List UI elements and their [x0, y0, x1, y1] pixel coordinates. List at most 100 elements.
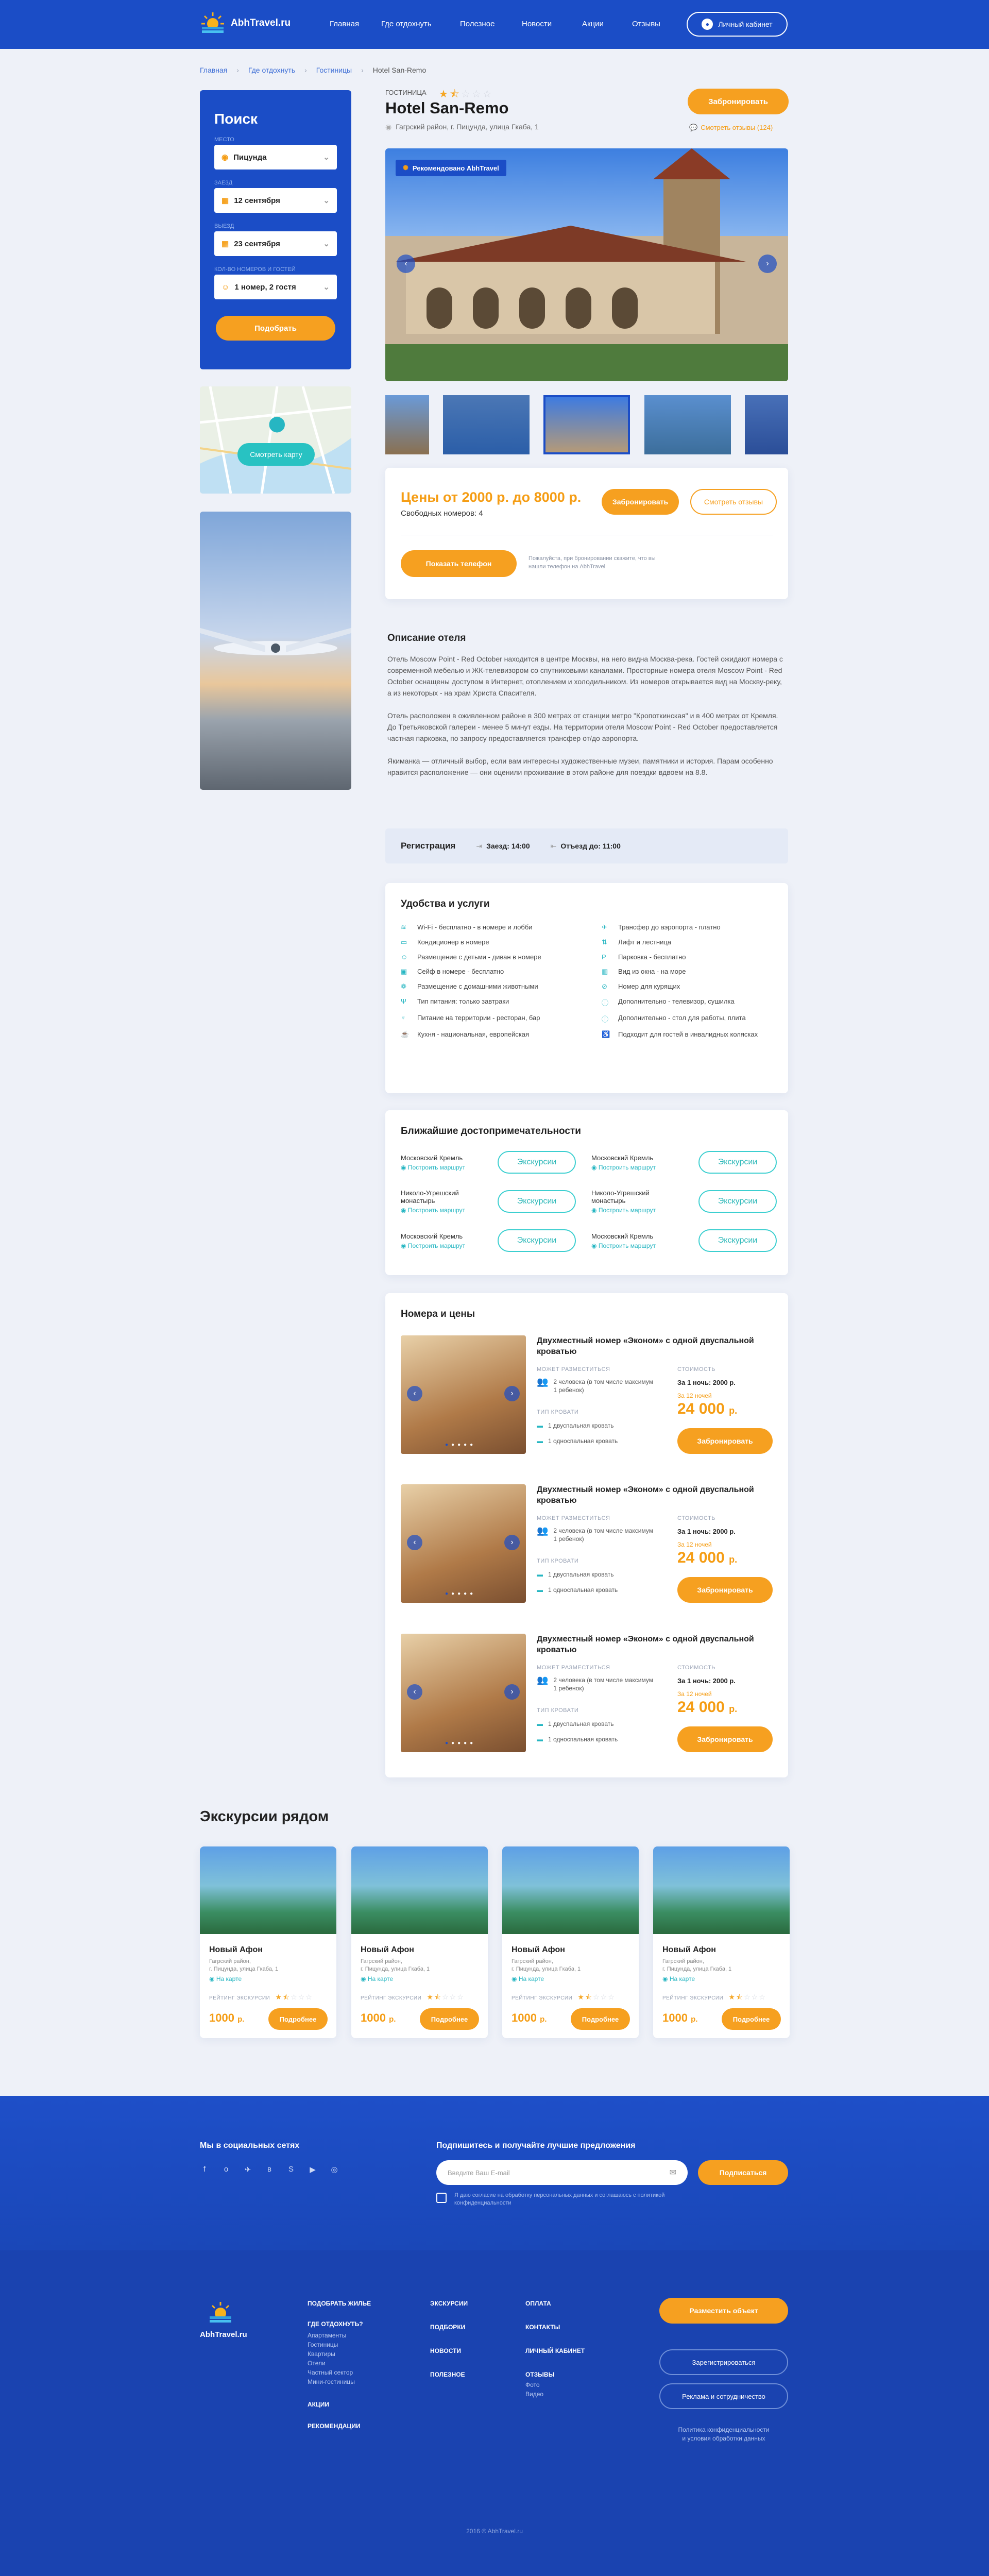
consent-checkbox[interactable] — [436, 2193, 447, 2203]
room-dots[interactable]: ●●●●● — [445, 1591, 476, 1597]
show-phone-button[interactable]: Показать телефон — [401, 550, 517, 577]
room-prev-button[interactable]: ‹ — [407, 1386, 422, 1401]
youtube-icon[interactable]: ▶ — [308, 2165, 317, 2174]
slider-prev-button[interactable]: ‹ — [397, 255, 415, 273]
route-link[interactable]: ◉ Построить маршрут — [591, 1242, 656, 1249]
excursion-more-button[interactable]: Подробнее — [722, 2008, 781, 2030]
search-button[interactable]: Подобрать — [216, 316, 335, 341]
skype-icon[interactable]: S — [286, 2165, 296, 2174]
nav-home[interactable]: Главная — [330, 20, 381, 28]
excursion-button[interactable]: Экскурсии — [498, 1151, 576, 1174]
excursion-map-link[interactable]: ◉ На карте — [662, 1975, 790, 1982]
footer-sublink[interactable]: Мини-гостиницы — [308, 2377, 371, 2386]
nav-promo[interactable]: Акции — [582, 20, 632, 28]
slider-next-button[interactable]: › — [758, 255, 777, 273]
register-button[interactable]: Зарегистрироваться — [659, 2349, 788, 2375]
nav-useful[interactable]: Полезное — [460, 20, 522, 28]
room-dots[interactable]: ●●●●● — [445, 1740, 476, 1746]
excursion-photo[interactable] — [653, 1846, 790, 1934]
nav-news[interactable]: Новости — [522, 20, 582, 28]
route-link[interactable]: ◉ Построить маршрут — [591, 1207, 679, 1214]
room-next-button[interactable]: › — [504, 1386, 520, 1401]
room-book-button[interactable]: Забронировать — [677, 1428, 773, 1454]
room-dots[interactable]: ●●●●● — [445, 1442, 476, 1448]
footer-sublink[interactable]: Видео — [525, 2389, 585, 2399]
route-link[interactable]: ◉ Построить маршрут — [401, 1207, 488, 1214]
nav-where[interactable]: Где отдохнуть — [381, 20, 460, 28]
thumbnail[interactable] — [443, 395, 530, 454]
instagram-icon[interactable]: ◎ — [330, 2165, 339, 2174]
excursion-card[interactable]: Новый Афон Гагрский район, г. Пицунда, ул… — [653, 1846, 790, 2038]
excursion-photo[interactable] — [502, 1846, 639, 1934]
excursion-map-link[interactable]: ◉ На карте — [361, 1975, 488, 1982]
footer-link[interactable]: АКЦИИ — [308, 2400, 371, 2409]
checkout-date[interactable]: ▦ 23 сентября ⌄ — [214, 231, 337, 256]
footer-sublink[interactable]: Фото — [525, 2380, 585, 2389]
excursion-card[interactable]: Новый Афон Гагрский район, г. Пицунда, ул… — [200, 1846, 336, 2038]
policy-link[interactable]: Политика конфиденциальности и условия обр… — [659, 2426, 788, 2443]
price-reviews-button[interactable]: Смотреть отзывы — [690, 489, 777, 515]
room-prev-button[interactable]: ‹ — [407, 1535, 422, 1550]
guests-select[interactable]: ☺ 1 номер, 2 гостя ⌄ — [214, 275, 337, 299]
price-book-button[interactable]: Забронировать — [602, 489, 679, 515]
breadcrumb-home[interactable]: Главная — [200, 66, 227, 74]
excursion-button[interactable]: Экскурсии — [498, 1229, 576, 1252]
excursion-card[interactable]: Новый Афон Гагрский район, г. Пицунда, ул… — [351, 1846, 488, 2038]
room-photo[interactable]: ‹ › ●●●●● — [401, 1484, 526, 1603]
footer-link[interactable]: ЭКСКУРСИИ — [430, 2299, 468, 2308]
footer-link[interactable]: ПОДБОРКИ — [430, 2323, 468, 2332]
route-link[interactable]: ◉ Построить маршрут — [591, 1164, 656, 1171]
excursion-more-button[interactable]: Подробнее — [420, 2008, 479, 2030]
subscribe-button[interactable]: Подписаться — [698, 2160, 788, 2185]
excursion-button[interactable]: Экскурсии — [698, 1229, 777, 1252]
footer-sublink[interactable]: Апартаменты — [308, 2331, 371, 2340]
breadcrumb-hotels[interactable]: Гостиницы — [316, 66, 352, 74]
footer-sublink[interactable]: Отели — [308, 2359, 371, 2368]
ads-button[interactable]: Реклама и сотрудничество — [659, 2383, 788, 2409]
place-object-button[interactable]: Разместить объект — [659, 2298, 788, 2324]
room-next-button[interactable]: › — [504, 1684, 520, 1700]
excursion-more-button[interactable]: Подробнее — [268, 2008, 328, 2030]
footer-logo[interactable]: AbhTravel.ru — [200, 2301, 247, 2339]
footer-link[interactable]: КОНТАКТЫ — [525, 2323, 585, 2332]
reviews-link[interactable]: 💬 Смотреть отзывы (124) — [689, 124, 773, 132]
room-next-button[interactable]: › — [504, 1535, 520, 1550]
room-photo[interactable]: ‹ › ●●●●● — [401, 1634, 526, 1752]
footer-link[interactable]: ГДЕ ОТДОХНУТЬ? — [308, 2319, 371, 2329]
ok-icon[interactable]: о — [221, 2165, 231, 2174]
thumbnail[interactable] — [644, 395, 731, 454]
footer-link[interactable]: ОТЗЫВЫ — [525, 2370, 585, 2379]
room-book-button[interactable]: Забронировать — [677, 1577, 773, 1603]
room-book-button[interactable]: Забронировать — [677, 1726, 773, 1752]
mini-map[interactable]: ⬤ Смотреть карту — [200, 386, 351, 494]
telegram-icon[interactable]: ✈ — [243, 2165, 252, 2174]
hotel-book-button[interactable]: Забронировать — [688, 89, 789, 114]
excursion-photo[interactable] — [351, 1846, 488, 1934]
excursion-button[interactable]: Экскурсии — [698, 1151, 777, 1174]
excursion-photo[interactable] — [200, 1846, 336, 1934]
footer-link[interactable]: РЕКОМЕНДАЦИИ — [308, 2421, 371, 2431]
cabinet-button[interactable]: ● Личный кабинет — [687, 12, 788, 37]
thumbnail-active[interactable] — [543, 395, 630, 454]
footer-link[interactable]: ПОЛЕЗНОЕ — [430, 2370, 468, 2379]
thumbnail[interactable] — [385, 395, 429, 454]
excursion-button[interactable]: Экскурсии — [498, 1190, 576, 1213]
excursion-more-button[interactable]: Подробнее — [571, 2008, 630, 2030]
room-prev-button[interactable]: ‹ — [407, 1684, 422, 1700]
facebook-icon[interactable]: f — [200, 2165, 209, 2174]
footer-link[interactable]: ЛИЧНЫЙ КАБИНЕТ — [525, 2346, 585, 2355]
excursion-map-link[interactable]: ◉ На карте — [209, 1975, 336, 1982]
footer-link[interactable]: ОПЛАТА — [525, 2299, 585, 2308]
checkin-date[interactable]: ▦ 12 сентября ⌄ — [214, 188, 337, 213]
route-link[interactable]: ◉ Построить маршрут — [401, 1242, 465, 1249]
nav-reviews[interactable]: Отзывы — [632, 20, 684, 28]
footer-sublink[interactable]: Гостиницы — [308, 2340, 371, 2349]
place-select[interactable]: ◉ Пицунда ⌄ — [214, 145, 337, 170]
footer-sublink[interactable]: Квартиры — [308, 2349, 371, 2359]
route-link[interactable]: ◉ Построить маршрут — [401, 1164, 465, 1171]
map-button[interactable]: Смотреть карту — [237, 443, 315, 466]
email-field[interactable]: Введите Ваш E-mail ✉ — [436, 2160, 688, 2185]
footer-link[interactable]: НОВОСТИ — [430, 2346, 468, 2355]
logo[interactable]: AbhTravel.ru — [200, 11, 291, 35]
ad-banner[interactable] — [200, 512, 351, 790]
